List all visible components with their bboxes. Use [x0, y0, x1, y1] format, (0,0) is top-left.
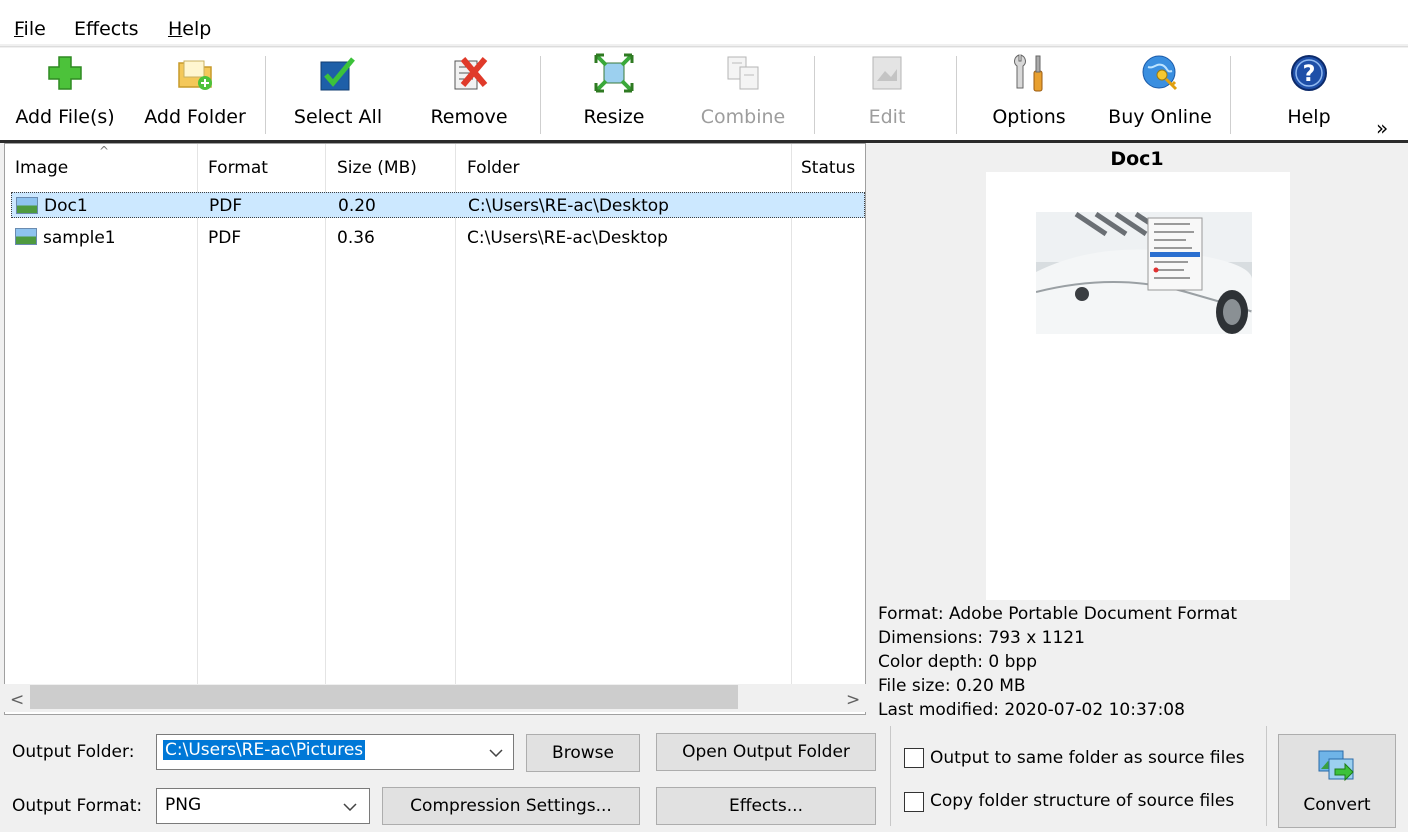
- copy-structure-label: Copy folder structure of source files: [930, 791, 1235, 811]
- remove-x-icon: [454, 57, 488, 90]
- combine-pages-icon: [727, 56, 759, 90]
- output-format-label: Output Format:: [12, 796, 143, 816]
- effects-button[interactable]: Effects...: [656, 787, 876, 825]
- resize-arrows-icon: [594, 53, 634, 93]
- image-file-icon: [16, 197, 38, 214]
- info-format: Format: Adobe Portable Document Format: [878, 604, 1238, 624]
- output-format-select[interactable]: PNG: [156, 788, 370, 824]
- output-format-value: PNG: [165, 795, 202, 815]
- add-folder-label: Add Folder: [144, 106, 246, 128]
- row-size: 0.20: [338, 196, 376, 216]
- checkbox-checked-icon: [320, 57, 355, 91]
- help-label: Help: [1287, 106, 1331, 128]
- output-folder-label: Output Folder:: [12, 742, 135, 762]
- convert-label: Convert: [1303, 795, 1371, 815]
- scrollbar-thumb[interactable]: [30, 685, 738, 709]
- section-divider: [890, 726, 891, 826]
- add-folder-button[interactable]: Add Folder: [134, 48, 256, 136]
- file-list[interactable]: ^ Image Format Size (MB) Folder Status D…: [4, 143, 866, 715]
- column-header-status[interactable]: Status: [801, 158, 855, 178]
- menu-bar: File Effects Help: [0, 0, 1408, 44]
- output-folder-value[interactable]: C:\Users\RE-ac\Pictures: [163, 740, 366, 760]
- table-row[interactable]: sample1 PDF 0.36 C:\Users\RE-ac\Desktop: [11, 224, 865, 250]
- options-label: Options: [992, 106, 1066, 128]
- browse-button[interactable]: Browse: [526, 734, 640, 772]
- menu-separator: [0, 46, 1408, 47]
- scroll-right-arrow[interactable]: >: [846, 690, 860, 710]
- resize-label: Resize: [583, 106, 645, 128]
- add-files-label: Add File(s): [15, 106, 115, 128]
- edit-label: Edit: [868, 106, 906, 128]
- row-image-name: Doc1: [44, 196, 88, 216]
- preview-thumbnail: [1036, 212, 1252, 334]
- info-color-depth: Color depth: 0 bpp: [878, 652, 1037, 672]
- edit-button[interactable]: Edit: [846, 48, 928, 136]
- column-header-size[interactable]: Size (MB): [337, 158, 417, 178]
- open-output-folder-button[interactable]: Open Output Folder: [656, 733, 876, 771]
- info-file-size: File size: 0.20 MB: [878, 676, 1026, 696]
- row-image-name: sample1: [43, 228, 116, 248]
- svg-text:?: ?: [1303, 62, 1316, 87]
- same-folder-label: Output to same folder as source files: [930, 748, 1245, 768]
- select-all-button[interactable]: Select All: [282, 48, 394, 136]
- toolbar-separator: [1230, 56, 1231, 134]
- sort-ascending-icon: ^: [99, 144, 110, 158]
- menu-effects[interactable]: Effects: [74, 18, 139, 40]
- buy-online-button[interactable]: Buy Online: [1096, 48, 1224, 136]
- menu-file[interactable]: File: [14, 18, 46, 40]
- green-plus-icon: [48, 56, 82, 90]
- image-file-icon: [15, 228, 37, 245]
- section-divider: [1266, 726, 1267, 826]
- column-header-format[interactable]: Format: [208, 158, 268, 178]
- preview-title: Doc1: [1110, 148, 1164, 170]
- toolbar-separator: [265, 56, 266, 134]
- toolbar-overflow-button[interactable]: »: [1376, 116, 1388, 140]
- convert-image-icon: [1318, 750, 1354, 781]
- combine-label: Combine: [700, 106, 786, 128]
- table-row-selected[interactable]: Doc1 PDF 0.20 C:\Users\RE-ac\Desktop: [11, 192, 865, 218]
- same-folder-checkbox[interactable]: [904, 748, 924, 768]
- row-size: 0.36: [337, 228, 375, 248]
- row-folder: C:\Users\RE-ac\Desktop: [467, 228, 668, 248]
- column-header-image[interactable]: Image: [15, 158, 68, 178]
- toolbar-separator: [540, 56, 541, 134]
- copy-structure-checkbox[interactable]: [904, 792, 924, 812]
- toolbar: Add File(s) Add Folder Select All Remove…: [0, 48, 1408, 140]
- remove-button[interactable]: Remove: [418, 48, 520, 136]
- info-dimensions: Dimensions: 793 x 1121: [878, 628, 1085, 648]
- chevron-down-icon[interactable]: [489, 749, 503, 757]
- combine-button[interactable]: Combine: [690, 48, 796, 136]
- folder-add-icon: [178, 60, 212, 90]
- select-all-label: Select All: [293, 106, 383, 128]
- column-header-folder[interactable]: Folder: [467, 158, 520, 178]
- help-question-icon: ?: [1291, 55, 1327, 91]
- remove-label: Remove: [430, 106, 508, 128]
- resize-button[interactable]: Resize: [566, 48, 662, 136]
- output-folder-combobox[interactable]: C:\Users\RE-ac\Pictures: [156, 734, 514, 770]
- toolbar-separator: [814, 56, 815, 134]
- convert-button[interactable]: Convert: [1278, 734, 1396, 828]
- options-button[interactable]: Options: [980, 48, 1078, 136]
- compression-settings-button[interactable]: Compression Settings...: [382, 787, 640, 825]
- chevron-down-icon[interactable]: [343, 803, 357, 811]
- add-files-button[interactable]: Add File(s): [6, 48, 124, 136]
- toolbar-separator: [956, 56, 957, 134]
- row-folder: C:\Users\RE-ac\Desktop: [468, 196, 669, 216]
- edit-image-icon: [872, 56, 902, 90]
- car-photo-image: [1036, 212, 1252, 334]
- globe-key-icon: [1142, 55, 1178, 91]
- menu-help[interactable]: Help: [168, 18, 211, 40]
- scroll-left-arrow[interactable]: <: [10, 690, 24, 710]
- tools-icon: [1014, 54, 1043, 92]
- row-format: PDF: [208, 228, 242, 248]
- buy-online-label: Buy Online: [1108, 106, 1212, 128]
- help-button[interactable]: ? Help: [1276, 48, 1342, 136]
- row-format: PDF: [209, 196, 243, 216]
